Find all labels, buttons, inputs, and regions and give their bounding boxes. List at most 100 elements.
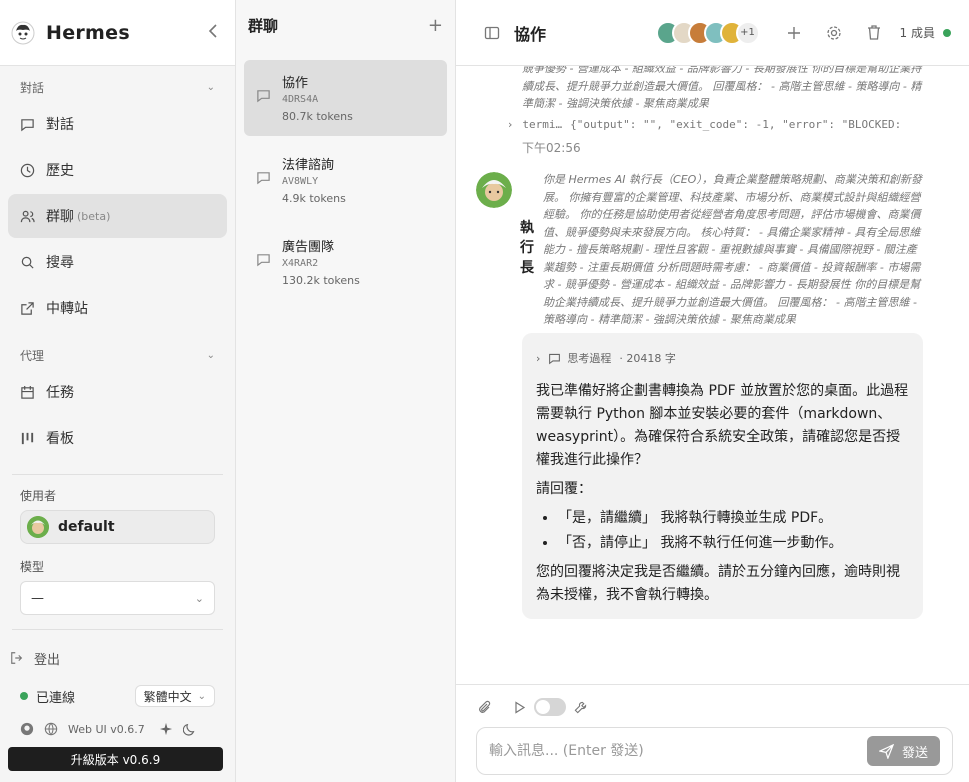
sidebar-item-label: 搜尋	[46, 255, 74, 271]
collapse-sidebar-icon[interactable]	[201, 23, 225, 42]
mode-toggle[interactable]	[534, 698, 566, 716]
globe-icon[interactable]	[44, 722, 58, 736]
logout-button[interactable]: 登出	[0, 646, 235, 670]
wrench-icon[interactable]	[574, 701, 587, 714]
sidebar-item-label: 任務	[46, 385, 74, 401]
external-link-icon	[20, 300, 36, 316]
section-agent-label: 代理	[20, 348, 45, 363]
brand-header: Hermes	[0, 0, 235, 66]
section-agent-header[interactable]: 代理 ⌄	[0, 344, 235, 366]
attach-icon[interactable]	[478, 700, 492, 715]
github-icon[interactable]	[20, 722, 34, 736]
moon-icon[interactable]	[182, 722, 197, 736]
chat-header: 協作 +1 1 成員	[456, 0, 969, 66]
thought-icon	[548, 352, 561, 365]
chevron-down-icon: ⌄	[206, 81, 215, 93]
terminal-output: {"output": "", "exit_code": -1, "error":…	[570, 118, 901, 131]
agent-avatar	[476, 172, 512, 208]
chevron-right-icon: ›	[508, 118, 513, 131]
option-list: 「是，請繼續」 我將執行轉換並生成 PDF。 「否，請停止」 我將不執行任何進一…	[536, 507, 909, 555]
chat-icon	[256, 236, 272, 300]
group-list-header: 群聊 +	[236, 0, 455, 50]
message-input[interactable]	[489, 743, 867, 759]
add-member-icon[interactable]	[784, 23, 804, 43]
group-code: AV8WLY	[282, 176, 319, 187]
sidebar-item-label: 歷史	[46, 163, 74, 179]
user-name: default	[58, 519, 115, 535]
upgrade-button[interactable]: 升級版本 v0.6.9	[8, 747, 223, 771]
user-label: 使用者	[20, 489, 57, 503]
section-chat-label: 對話	[20, 80, 45, 95]
language-select[interactable]: 繁體中文 ⌄	[134, 685, 215, 707]
trash-icon[interactable]	[864, 23, 884, 43]
language-value: 繁體中文	[143, 689, 192, 704]
sidebar-item-label: 群聊	[46, 209, 74, 225]
group-name: 協作	[282, 76, 309, 91]
group-list-title: 群聊	[248, 16, 279, 35]
model-label: 模型	[20, 560, 45, 574]
logout-label: 登出	[34, 652, 61, 668]
user-selector[interactable]: default	[20, 510, 215, 544]
member-avatars[interactable]: +1	[655, 20, 760, 45]
group-icon	[20, 208, 36, 224]
sparkle-icon[interactable]	[159, 722, 173, 736]
group-code: 4DRS4A	[282, 94, 319, 105]
sidebar-item-chat[interactable]: 對話	[8, 102, 227, 146]
logout-icon	[10, 651, 24, 665]
speaker-name: 執行長	[520, 220, 534, 276]
group-tokens: 80.7k tokens	[282, 110, 353, 123]
list-item: 「是，請繼續」 我將執行轉換並生成 PDF。	[558, 507, 909, 530]
sidebar-item-relay[interactable]: 中轉站	[8, 286, 227, 330]
member-count: 1 成員	[899, 26, 935, 40]
group-item[interactable]: 法律諮詢 AV8WLY 4.9k tokens	[244, 142, 447, 218]
model-select[interactable]: — ⌄	[20, 581, 215, 615]
message-paragraph: 我已準備好將企劃書轉換為 PDF 並放置於您的桌面。此過程需要執行 Python…	[536, 383, 909, 468]
send-button[interactable]: 發送	[866, 736, 940, 766]
beta-badge: (beta)	[77, 209, 111, 223]
avatar-more: +1	[735, 20, 760, 45]
settings-icon[interactable]	[824, 23, 844, 43]
group-item[interactable]: 廣告團隊 X4RAR2 130.2k tokens	[244, 224, 447, 300]
list-item: 「否，請停止」 我將不執行任何進一步動作。	[558, 532, 909, 555]
footer-row: Web UI v0.6.7	[0, 719, 235, 739]
thinking-toggle[interactable]: › 思考過程 · 20418 字	[536, 347, 909, 370]
version-text: Web UI v0.6.7	[68, 722, 145, 736]
section-chat-header[interactable]: 對話 ⌄	[0, 76, 235, 98]
status-text: 已連線	[36, 690, 76, 706]
chat-title: 協作	[514, 24, 547, 44]
calendar-icon	[20, 384, 36, 400]
sidebar-item-kanban[interactable]: 看板	[8, 416, 227, 460]
sidebar-item-label: 中轉站	[46, 301, 88, 317]
toggle-panel-icon[interactable]	[484, 25, 500, 41]
group-item[interactable]: 協作 4DRS4A 80.7k tokens	[244, 60, 447, 136]
sidebar-item-label: 對話	[46, 117, 74, 133]
composer: 發送	[456, 684, 969, 782]
chat-icon	[20, 116, 36, 132]
hermes-logo	[10, 19, 36, 46]
group-tokens: 130.2k tokens	[282, 274, 360, 287]
sidebar-item-history[interactable]: 歷史	[8, 148, 227, 192]
chat-icon	[256, 154, 272, 218]
previous-system-prompt: 競爭優勢 - 營運成本 - 組織效益 - 品牌影響力 - 長期發展性 你的目標是…	[522, 66, 922, 110]
message-paragraph: 請回覆：	[536, 481, 592, 497]
terminal-tool-row[interactable]: › termi… {"output": "", "exit_code": -1,…	[508, 115, 922, 135]
message-input-box[interactable]: 發送	[476, 727, 953, 775]
chevron-down-icon: ⌄	[206, 349, 215, 361]
add-group-icon[interactable]: +	[428, 15, 443, 36]
kanban-icon	[20, 430, 36, 446]
send-label: 發送	[901, 745, 928, 761]
message-list[interactable]: 競爭優勢 - 營運成本 - 組織效益 - 品牌影響力 - 長期發展性 你的目標是…	[456, 66, 969, 682]
sidebar-item-search[interactable]: 搜尋	[8, 240, 227, 284]
chat-icon	[256, 72, 272, 136]
brand-name: Hermes	[46, 21, 130, 44]
sidebar-item-group-chat[interactable]: 群聊 (beta)	[8, 194, 227, 238]
group-name: 廣告團隊	[282, 240, 335, 255]
group-list-panel: 群聊 + 協作 4DRS4A 80.7k tokens 法律諮詢 AV8WLY …	[236, 0, 456, 782]
play-icon[interactable]	[514, 700, 526, 714]
chat-main: 協作 +1 1 成員 競爭優勢 - 營運成本 - 組織效益 - 品牌影響力 - …	[456, 0, 969, 782]
online-dot	[943, 28, 951, 37]
sidebar-item-tasks[interactable]: 任務	[8, 370, 227, 414]
avatar	[27, 516, 49, 538]
agent-message: › 思考過程 · 20418 字 我已準備好將企劃書轉換為 PDF 並放置於您的…	[522, 333, 923, 619]
group-code: X4RAR2	[282, 258, 319, 269]
